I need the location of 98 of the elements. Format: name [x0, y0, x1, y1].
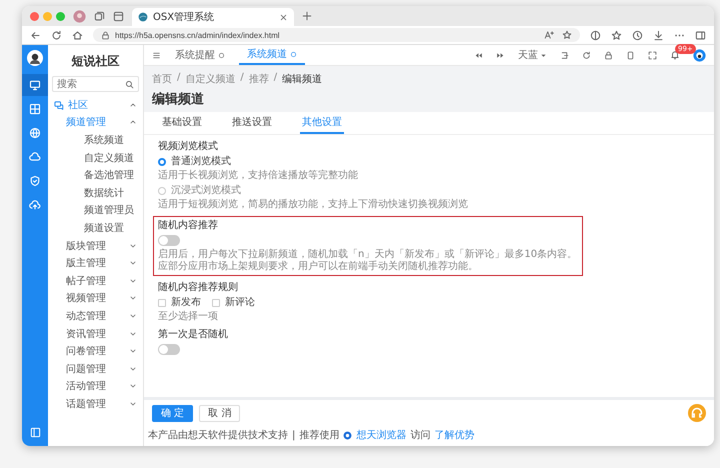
- menu-item[interactable]: 话题管理: [52, 395, 139, 413]
- monitor-icon: [29, 79, 41, 91]
- menu-item[interactable]: 频道设置: [52, 219, 139, 237]
- grid-icon: [29, 103, 41, 115]
- history-icon[interactable]: [632, 30, 643, 40]
- field-label: 随机内容推荐: [158, 219, 219, 232]
- menu-item[interactable]: 版主管理: [52, 254, 139, 272]
- search-field[interactable]: 搜索: [52, 76, 139, 92]
- footer-text: 推荐使用: [299, 428, 340, 442]
- footer-link[interactable]: 想天浏览器: [356, 428, 406, 442]
- lock-icon: [101, 30, 110, 40]
- fast-forward-icon[interactable]: [496, 50, 505, 60]
- settings-tab[interactable]: 其他设置: [300, 112, 344, 134]
- lock-icon[interactable]: [604, 50, 613, 60]
- checkbox[interactable]: [158, 298, 166, 306]
- breadcrumb-separator: /: [177, 72, 180, 85]
- footer-text: 访问: [410, 428, 430, 442]
- cloud-upload-icon: [29, 199, 41, 211]
- phone-icon[interactable]: [626, 50, 635, 60]
- exit-icon[interactable]: [560, 50, 569, 60]
- menu-item[interactable]: 社区: [52, 96, 139, 114]
- menu-item[interactable]: 自定义频道: [52, 148, 139, 166]
- option-label: 沉浸式浏览模式: [171, 184, 241, 197]
- settings-tab[interactable]: 推送设置: [230, 112, 274, 134]
- checkbox[interactable]: [212, 298, 220, 306]
- page-title: 编辑频道: [150, 90, 205, 109]
- radio-button[interactable]: [158, 186, 166, 194]
- option-label: 普通浏览模式: [171, 155, 231, 168]
- field-label: 视频浏览模式: [158, 140, 219, 153]
- back-icon[interactable]: [30, 30, 41, 40]
- menu-item[interactable]: 频道管理: [52, 114, 139, 132]
- globe-icon: [29, 127, 41, 139]
- bell-icon[interactable]: [670, 50, 680, 60]
- address-field[interactable]: https://h5a.opensns.cn/admin/index/index.html: [93, 28, 580, 42]
- tab-title: OSX管理系统: [153, 10, 216, 24]
- menu-item[interactable]: 帖子管理: [52, 272, 139, 290]
- split-screen-icon[interactable]: [590, 30, 601, 40]
- cloud-icon: [29, 151, 41, 163]
- help-text: 启用后，用户每次下拉刷新频道，随机加载「n」天内「新发布」或「新评论」最多10条内容。应部分应用市场上架规则要求，用户可以在前端手动关闭随机推荐功能。: [158, 249, 578, 273]
- download-icon[interactable]: [653, 30, 664, 40]
- caret-icon: [540, 52, 547, 58]
- confirm-button[interactable]: 确 定: [152, 404, 194, 422]
- breadcrumb-separator: /: [274, 72, 278, 85]
- page-tab[interactable]: 系统提醒: [167, 45, 233, 65]
- browser-tab[interactable]: OSX管理系统: [132, 8, 294, 26]
- menu-item[interactable]: 数据统计: [52, 184, 139, 202]
- avatar-icon[interactable]: [693, 48, 706, 62]
- field-label: 随机内容推荐规则: [158, 281, 239, 294]
- menu-item[interactable]: 问题管理: [52, 360, 139, 378]
- footer-link[interactable]: 了解优势: [434, 428, 474, 442]
- breadcrumb-separator: /: [240, 72, 244, 85]
- menu-item[interactable]: 版块管理: [52, 236, 139, 254]
- shield-icon: [29, 175, 41, 187]
- globe-icon: [138, 12, 148, 22]
- menu-item[interactable]: 系统频道: [52, 131, 139, 149]
- collections-icon[interactable]: [94, 10, 105, 22]
- help-text: 适用于短视频浏览，简易的播放功能，支持上下滑动快速切换视频浏览: [158, 199, 469, 211]
- menu-item[interactable]: 资讯管理: [52, 324, 139, 342]
- toggle-switch[interactable]: [158, 344, 180, 355]
- fullscreen-icon[interactable]: [648, 50, 657, 60]
- footer-text: 本产品由想天软件提供技术支持: [148, 428, 288, 442]
- chat-icon: [54, 100, 64, 110]
- menu-item[interactable]: 频道管理员: [52, 202, 139, 220]
- rewind-icon[interactable]: [474, 50, 483, 60]
- read-aloud-icon[interactable]: [544, 30, 554, 40]
- footer-separator: |: [292, 430, 296, 440]
- menu-item[interactable]: 问卷管理: [52, 342, 139, 360]
- tabs-icon[interactable]: [113, 10, 124, 22]
- page-tab[interactable]: 系统频道: [239, 45, 305, 65]
- star-icon[interactable]: [562, 30, 572, 40]
- logo-text: 短说社区: [70, 53, 120, 70]
- avatar-icon[interactable]: [27, 50, 43, 66]
- option-label: 新评论: [225, 296, 255, 309]
- cancel-button[interactable]: 取 消: [199, 404, 240, 422]
- rail-button[interactable]: [22, 74, 48, 96]
- menu-item[interactable]: 活动管理: [52, 378, 139, 396]
- menu-item[interactable]: 备选池管理: [52, 166, 139, 184]
- menu-icon[interactable]: [152, 50, 161, 60]
- field-label: 第一次是否随机: [158, 328, 229, 341]
- breadcrumb-item: 编辑频道: [282, 72, 322, 86]
- search-icon: [125, 80, 134, 89]
- theme-dropdown[interactable]: 天蓝: [518, 48, 547, 62]
- menu-item[interactable]: 动态管理: [52, 307, 139, 325]
- menu-item[interactable]: 视频管理: [52, 290, 139, 308]
- sidebar-icon[interactable]: [695, 30, 706, 40]
- collapse-icon[interactable]: [30, 427, 40, 438]
- radio-button[interactable]: [158, 158, 166, 166]
- favorites-icon[interactable]: [611, 30, 622, 40]
- settings-tab[interactable]: 基础设置: [160, 112, 204, 134]
- new-tab-icon[interactable]: [302, 11, 312, 21]
- option-label: 新发布: [171, 296, 201, 309]
- reload-icon[interactable]: [51, 30, 62, 40]
- browser-logo-icon: [343, 430, 352, 440]
- home-icon[interactable]: [72, 30, 83, 40]
- help-text: 适用于长视频浏览，支持倍速播放等完整功能: [158, 170, 359, 182]
- toggle-switch[interactable]: [158, 235, 180, 246]
- close-icon[interactable]: [279, 12, 288, 22]
- help-text: 至少选择一项: [158, 311, 219, 323]
